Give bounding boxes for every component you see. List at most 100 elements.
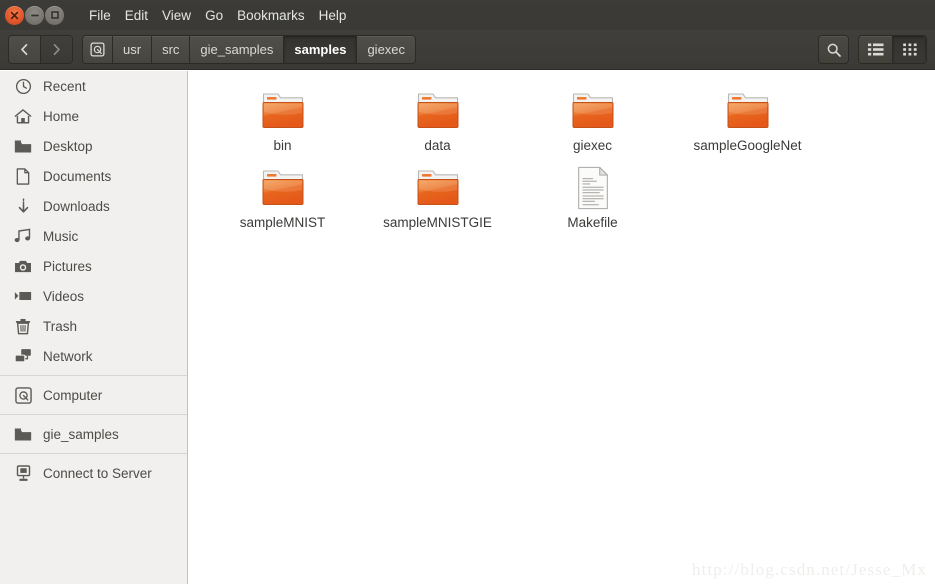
maximize-button[interactable] (45, 5, 64, 25)
sidebar-label: Network (43, 348, 93, 364)
list-view-icon (867, 43, 883, 56)
sidebar-item-trash[interactable]: Trash (0, 311, 187, 341)
minimize-button[interactable] (25, 5, 44, 25)
sidebar-item-computer[interactable]: Computer (0, 380, 187, 410)
grid-view-button[interactable] (892, 36, 926, 63)
folder-icon (569, 87, 617, 135)
sidebar-label: Videos (43, 288, 85, 304)
sidebar-item-documents[interactable]: Documents (0, 161, 187, 191)
menu-view[interactable]: View (155, 5, 198, 26)
network-icon (13, 346, 33, 366)
toolbar-right-group (818, 35, 927, 64)
breadcrumb-item-giexec[interactable]: giexec (357, 36, 416, 63)
sidebar-item-downloads[interactable]: Downloads (0, 191, 187, 221)
forward-button[interactable] (40, 36, 72, 63)
breadcrumb-item-usr[interactable]: usr (113, 36, 153, 63)
back-button[interactable] (9, 36, 40, 63)
chevron-right-icon (53, 43, 60, 56)
document-icon (569, 164, 617, 212)
folder-icon (259, 164, 307, 212)
sidebar-label: Computer (43, 387, 103, 403)
file-item-sampleMNISTGIE[interactable]: sampleMNISTGIE (360, 160, 515, 237)
menu-go[interactable]: Go (198, 5, 230, 26)
search-button[interactable] (818, 35, 849, 64)
server-icon (13, 463, 33, 483)
trash-icon (13, 316, 33, 336)
computer-icon (13, 385, 33, 405)
file-item-sampleGoogleNet[interactable]: sampleGoogleNet (670, 83, 825, 160)
folder-icon (259, 87, 307, 135)
sidebar-label: Documents (43, 168, 112, 184)
menu-bar: File Edit View Go Bookmarks Help (82, 5, 353, 26)
file-name: data (424, 138, 451, 153)
sidebar-item-pictures[interactable]: Pictures (0, 251, 187, 281)
sidebar-label: gie_samples (43, 426, 119, 442)
window-controls (0, 5, 64, 25)
breadcrumb: usr src gie_samples samples giexec (82, 35, 417, 64)
file-item-data[interactable]: data (360, 83, 515, 160)
folder-icon (13, 136, 33, 156)
breadcrumb-item-samples[interactable]: samples (284, 36, 358, 63)
folder-icon (414, 164, 462, 212)
breadcrumb-item-computer[interactable] (83, 36, 113, 63)
file-item-sampleMNIST[interactable]: sampleMNIST (205, 160, 360, 237)
sidebar-item-music[interactable]: Music (0, 221, 187, 251)
sidebar-item-gie_samples[interactable]: gie_samples (0, 419, 187, 449)
film-icon (13, 286, 33, 306)
file-name: sampleGoogleNet (693, 138, 802, 153)
sidebar-separator (0, 414, 187, 415)
sidebar-label: Downloads (43, 198, 110, 214)
breadcrumb-item-src[interactable]: src (152, 36, 191, 63)
menu-bookmarks[interactable]: Bookmarks (230, 5, 312, 26)
download-icon (13, 196, 33, 216)
sidebar-label: Music (43, 228, 79, 244)
file-name: sampleMNISTGIE (383, 215, 492, 230)
list-view-button[interactable] (859, 36, 892, 63)
home-icon (13, 106, 33, 126)
file-name: sampleMNIST (239, 215, 326, 230)
file-name: giexec (572, 138, 613, 153)
file-list-view[interactable]: bin data giexec sampleGoogleNet sampleMN… (189, 71, 935, 584)
sidebar-label: Trash (43, 318, 78, 334)
sidebar-label: Recent (43, 78, 86, 94)
toolbar: usr src gie_samples samples giexec (0, 30, 935, 70)
sidebar-label: Home (43, 108, 80, 124)
file-item-bin[interactable]: bin (205, 83, 360, 160)
clock-icon (13, 76, 33, 96)
music-note-icon (13, 226, 33, 246)
file-item-Makefile[interactable]: Makefile (515, 160, 670, 237)
grid-view-icon (902, 43, 917, 56)
sidebar-item-connect-to-server[interactable]: Connect to Server (0, 458, 187, 488)
icon-grid: bin data giexec sampleGoogleNet sampleMN… (189, 71, 935, 237)
folder-icon (13, 424, 33, 444)
search-icon (827, 43, 841, 57)
sidebar-item-home[interactable]: Home (0, 101, 187, 131)
menu-edit[interactable]: Edit (118, 5, 155, 26)
close-button[interactable] (5, 5, 24, 25)
folder-icon (414, 87, 462, 135)
minimize-icon (30, 14, 39, 16)
sidebar[interactable]: Recent Home Desktop Documents Downloads … (0, 71, 188, 584)
sidebar-item-desktop[interactable]: Desktop (0, 131, 187, 161)
sidebar-separator (0, 375, 187, 376)
maximize-icon (50, 11, 59, 19)
computer-icon (90, 42, 105, 57)
camera-icon (13, 256, 33, 276)
file-name: Makefile (567, 215, 618, 230)
sidebar-label: Pictures (43, 258, 92, 274)
sidebar-item-recent[interactable]: Recent (0, 71, 187, 101)
sidebar-label: Connect to Server (43, 465, 152, 481)
file-item-giexec[interactable]: giexec (515, 83, 670, 160)
view-mode-group (858, 35, 927, 64)
close-icon (10, 11, 19, 19)
file-manager-window: File Edit View Go Bookmarks Help usr src… (0, 0, 935, 584)
menu-help[interactable]: Help (312, 5, 354, 26)
title-bar: File Edit View Go Bookmarks Help (0, 0, 935, 30)
watermark-text: http://blog.csdn.net/Jesse_Mx (692, 560, 927, 579)
sidebar-item-network[interactable]: Network (0, 341, 187, 371)
menu-file[interactable]: File (82, 5, 118, 26)
sidebar-item-videos[interactable]: Videos (0, 281, 187, 311)
document-icon (13, 166, 33, 186)
breadcrumb-item-gie_samples[interactable]: gie_samples (190, 36, 285, 63)
folder-icon (724, 87, 772, 135)
